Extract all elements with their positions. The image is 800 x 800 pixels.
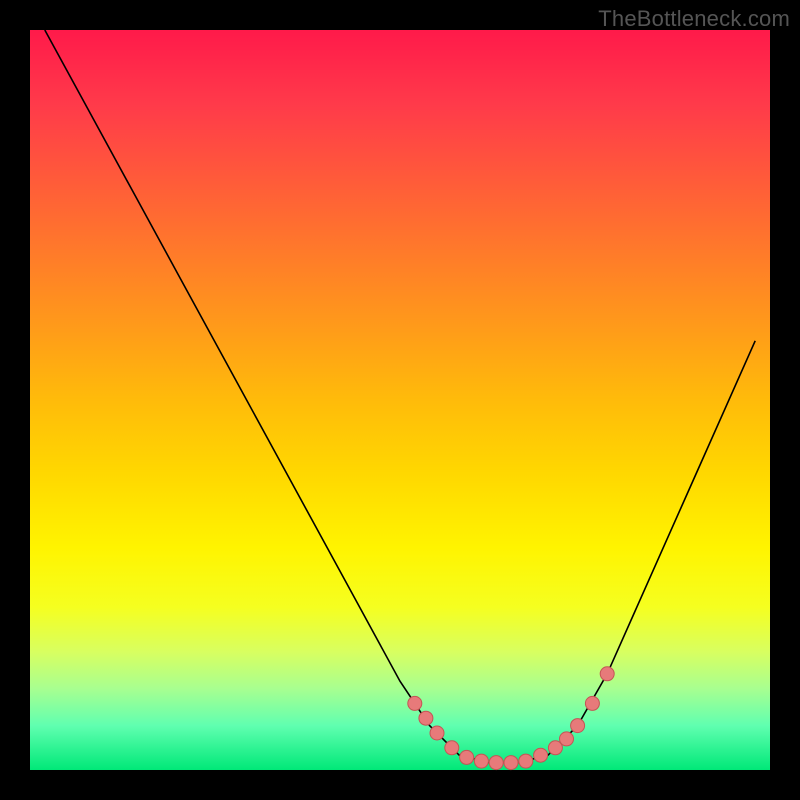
marker-point <box>560 732 574 746</box>
marker-point <box>408 696 422 710</box>
marker-point <box>460 750 474 764</box>
marker-point <box>489 756 503 770</box>
marker-point <box>445 741 459 755</box>
marker-point <box>571 719 585 733</box>
chart-container: TheBottleneck.com <box>0 0 800 800</box>
marker-point <box>430 726 444 740</box>
plot-area <box>30 30 770 770</box>
marker-point <box>504 756 518 770</box>
curve-svg <box>30 30 770 770</box>
curve-markers <box>408 667 614 770</box>
watermark-text: TheBottleneck.com <box>598 6 790 32</box>
marker-point <box>534 748 548 762</box>
marker-point <box>585 696 599 710</box>
marker-point <box>419 711 433 725</box>
marker-point <box>600 667 614 681</box>
bottleneck-curve <box>45 30 755 763</box>
marker-point <box>519 754 533 768</box>
marker-point <box>474 754 488 768</box>
